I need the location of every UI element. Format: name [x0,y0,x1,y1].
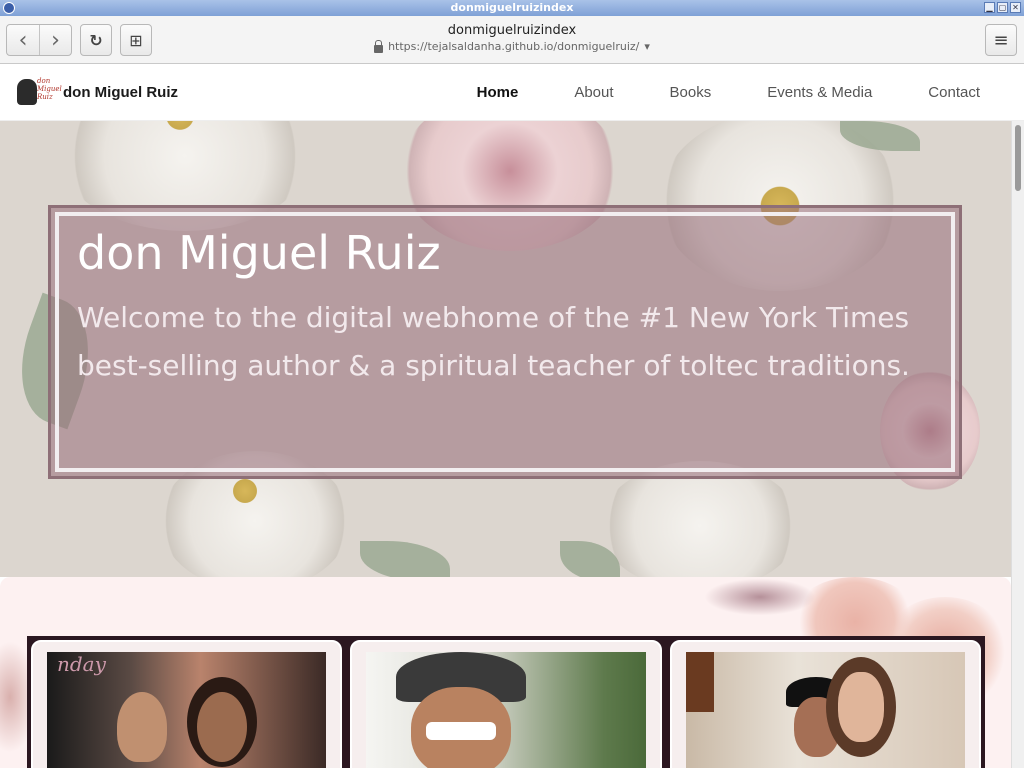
close-icon[interactable]: ✕ [1010,2,1021,13]
hero-title: don Miguel Ruiz [77,226,441,280]
back-button[interactable]: ‹ [7,25,39,55]
logo: don Miguel Ruiz [17,77,62,107]
app-globe-icon [3,2,15,14]
page-title: donmiguelruizindex [447,23,577,38]
chevron-left-icon: ‹ [18,27,28,53]
nav-contact[interactable]: Contact [928,84,980,101]
feature-card[interactable] [669,640,981,768]
reload-button[interactable]: ↻ [81,25,111,55]
address-bar[interactable]: donmiguelruizindex https://tejalsaldanha… [300,22,724,54]
minimize-icon[interactable]: ▁ [984,2,995,13]
history-buttons: ‹ › [6,24,72,56]
hamburger-icon: ≡ [993,29,1009,51]
cards-row: nday [27,636,985,768]
scrollbar-thumb[interactable] [1015,125,1021,191]
silhouette-icon [17,79,37,105]
url-dropdown-icon[interactable]: ▾ [644,40,650,54]
window-titlebar: donmiguelruizindex ▁ ▢ ✕ [0,0,1024,16]
brand-link[interactable]: don Miguel Ruiz don Miguel Ruiz [17,77,178,107]
reload-group: ↻ [80,24,112,56]
nav-home[interactable]: Home [477,84,519,101]
new-tab-button[interactable]: ⊞ [121,25,151,55]
feature-card[interactable]: nday [31,640,343,768]
brand-name: don Miguel Ruiz [63,83,178,101]
photo-don-miguel-portrait[interactable] [366,652,646,768]
url-line[interactable]: https://tejalsaldanha.github.io/donmigue… [300,39,724,54]
menu-group: ≡ [985,24,1017,56]
maximize-icon[interactable]: ▢ [997,2,1008,13]
photo-oprah-interview[interactable]: nday [47,652,327,768]
featured-section: nday [0,577,1011,768]
nav-events-media[interactable]: Events & Media [767,84,872,101]
forward-button[interactable]: › [39,25,71,55]
nav-links: Home About Books Events & Media Contact [421,64,980,121]
new-tab-icon: ⊞ [129,30,143,50]
window-controls: ▁ ▢ ✕ [984,2,1021,13]
menu-button[interactable]: ≡ [986,25,1016,55]
chevron-right-icon: › [51,27,60,53]
logo-text: don Miguel Ruiz [37,77,62,101]
page-scrollbar[interactable] [1011,121,1024,768]
feature-card[interactable] [350,640,662,768]
window-title: donmiguelruizindex [450,1,574,14]
hero-card: don Miguel Ruiz Welcome to the digital w… [48,205,962,479]
reload-icon: ↻ [89,30,103,50]
nav-about[interactable]: About [574,84,613,101]
hero-section: don Miguel Ruiz Welcome to the digital w… [0,121,1011,577]
nav-books[interactable]: Books [670,84,712,101]
browser-toolbar: ‹ › ↻ ⊞ donmiguelruizindex https://tejal… [0,16,1024,64]
lock-icon [374,39,384,53]
site-navbar: don Miguel Ruiz don Miguel Ruiz Home Abo… [0,64,1024,121]
hero-subtitle: Welcome to the digital webhome of the #1… [77,301,910,382]
photo-group-with-maria-shriver[interactable] [685,652,965,768]
url-text[interactable]: https://tejalsaldanha.github.io/donmigue… [388,40,639,54]
new-tab-group: ⊞ [120,24,152,56]
